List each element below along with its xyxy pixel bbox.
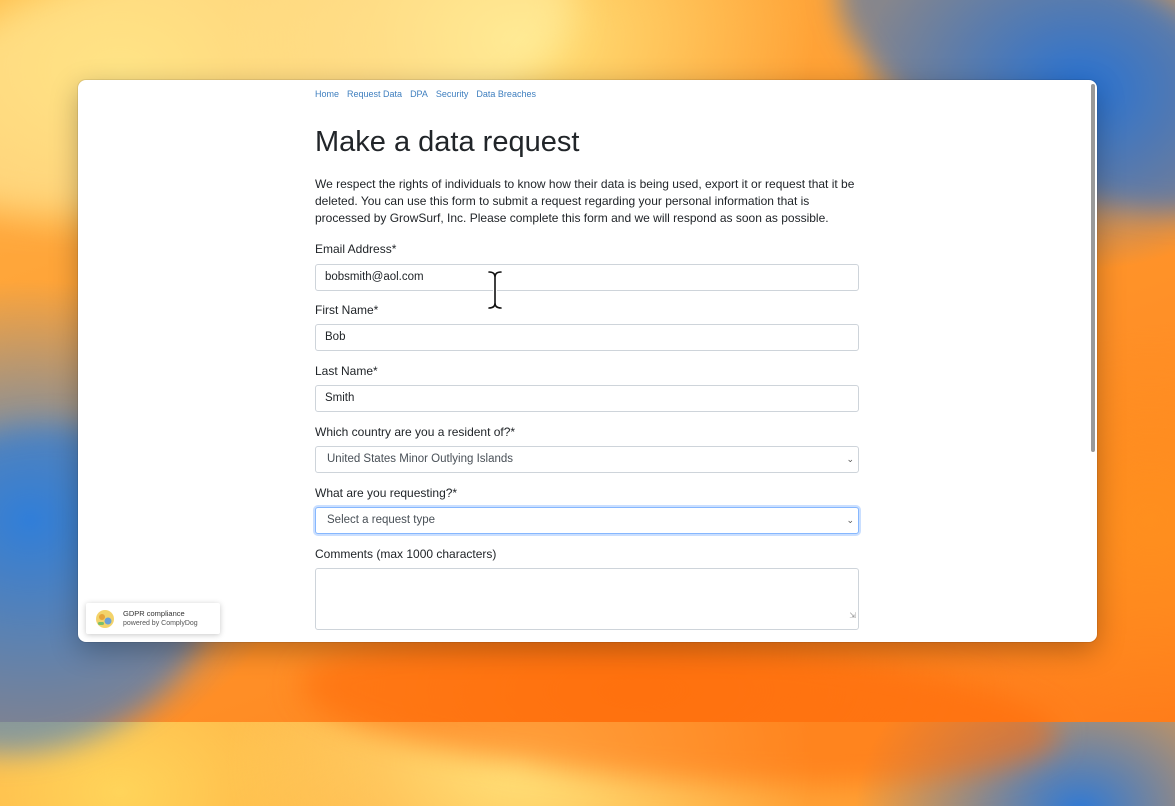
last-name-field-value: Smith bbox=[325, 392, 355, 404]
page-title: Make a data request bbox=[315, 126, 580, 158]
chevron-down-icon: ⌄ bbox=[846, 515, 854, 525]
top-nav: Home Request Data DPA Security Data Breaches bbox=[315, 89, 544, 99]
email-label: Email Address* bbox=[315, 242, 397, 256]
country-select[interactable]: United States Minor Outlying Islands ⌄ bbox=[315, 446, 859, 473]
nav-data-breaches-link[interactable]: Data Breaches bbox=[476, 89, 536, 99]
request-type-select[interactable]: Select a request type ⌄ bbox=[315, 507, 859, 534]
nav-request-data-link[interactable]: Request Data bbox=[347, 89, 402, 99]
browser-window: Home Request Data DPA Security Data Breaches… bbox=[78, 80, 1097, 642]
email-field[interactable]: bobsmith@aol.com bbox=[315, 264, 859, 291]
complydog-logo-icon bbox=[96, 610, 114, 628]
nav-security-link[interactable]: Security bbox=[436, 89, 469, 99]
intro-text: We respect the rights of individuals to … bbox=[315, 177, 855, 225]
badge-title: GDPR compliance bbox=[123, 609, 185, 618]
vertical-scrollbar[interactable] bbox=[1091, 84, 1095, 452]
badge-subtitle: powered by ComplyDog bbox=[123, 620, 198, 627]
resize-handle-icon[interactable]: ⇲ bbox=[849, 603, 856, 628]
country-select-value: United States Minor Outlying Islands bbox=[327, 453, 514, 465]
country-label: Which country are you a resident of?* bbox=[315, 425, 516, 439]
last-name-field[interactable]: Smith bbox=[315, 385, 859, 412]
comments-label: Comments (max 1000 characters) bbox=[315, 547, 497, 561]
first-name-field-value: Bob bbox=[325, 331, 346, 343]
email-field-value: bobsmith@aol.com bbox=[325, 271, 424, 283]
text-cursor-icon bbox=[487, 270, 503, 310]
request-type-select-value: Select a request type bbox=[327, 514, 436, 526]
first-name-field[interactable]: Bob bbox=[315, 324, 859, 351]
nav-dpa-link[interactable]: DPA bbox=[410, 89, 428, 99]
request-type-label: What are you requesting?* bbox=[315, 486, 458, 500]
comments-textarea[interactable]: ⇲ bbox=[315, 568, 859, 630]
nav-home-link[interactable]: Home bbox=[315, 89, 339, 99]
last-name-label: Last Name* bbox=[315, 364, 378, 378]
chevron-down-icon: ⌄ bbox=[846, 454, 854, 464]
gdpr-compliance-badge[interactable]: GDPR compliance powered by ComplyDog bbox=[86, 603, 220, 634]
first-name-label: First Name* bbox=[315, 303, 379, 317]
